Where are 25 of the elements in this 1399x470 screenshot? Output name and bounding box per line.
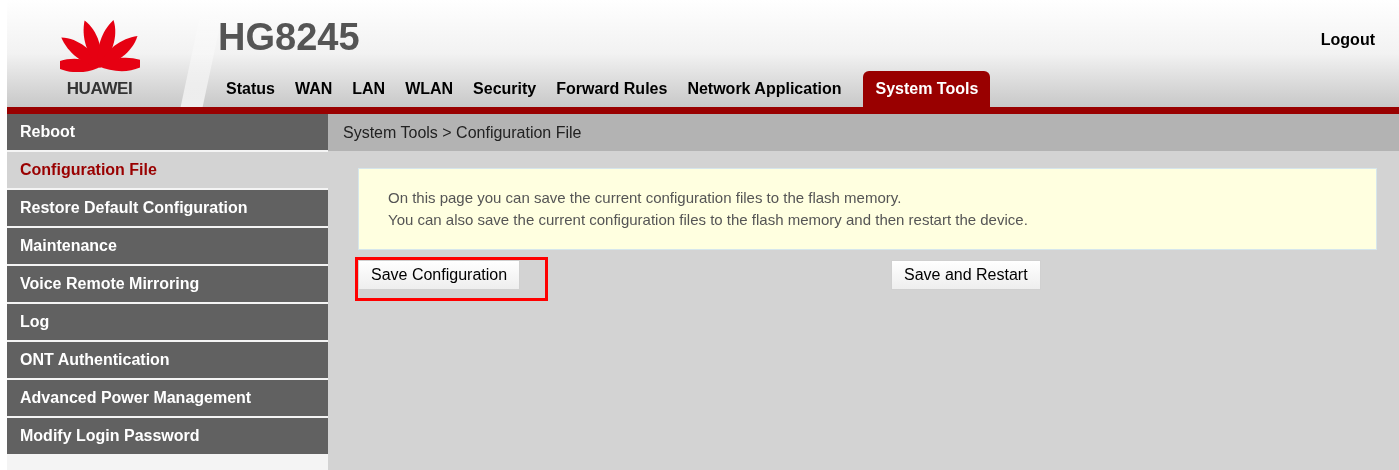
nav-tab[interactable]: LAN xyxy=(344,71,394,107)
sidebar-item[interactable]: Configuration File xyxy=(7,152,328,188)
model-title: HG8245 xyxy=(218,18,360,56)
nav-tab[interactable]: Security xyxy=(465,71,545,107)
logout-link[interactable]: Logout xyxy=(1320,28,1375,52)
sidebar-item[interactable]: Restore Default Configuration xyxy=(7,190,328,226)
sidebar-item[interactable]: Modify Login Password xyxy=(7,418,328,454)
nav-tab[interactable]: Network Application xyxy=(679,71,850,107)
sidebar-item[interactable]: ONT Authentication xyxy=(7,342,328,378)
nav-tab[interactable]: Status xyxy=(218,71,283,107)
breadcrumb: System Tools > Configuration File xyxy=(328,114,1399,151)
nav-tab[interactable]: WAN xyxy=(286,71,341,107)
sidebar-item[interactable]: Log xyxy=(7,304,328,340)
sidebar-item[interactable]: Maintenance xyxy=(7,228,328,264)
info-text: You can also save the current configuration files to the flash memory and then restart the device. xyxy=(388,210,1029,230)
nav-tab[interactable]: Forward Rules xyxy=(548,71,676,107)
sidebar-item[interactable]: Voice Remote Mirroring xyxy=(7,266,328,302)
nav-tab[interactable]: WLAN xyxy=(397,71,462,107)
sidebar-item[interactable]: Advanced Power Management xyxy=(7,380,328,416)
info-text: On this page you can save the current configuration files to the flash memory. xyxy=(388,188,903,208)
brand-name: HUAWEI xyxy=(66,78,133,100)
action-button[interactable]: Save and Restart xyxy=(891,260,1041,290)
sidebar-item[interactable]: Reboot xyxy=(7,114,328,150)
nav-tab[interactable]: System Tools xyxy=(863,71,991,107)
action-button[interactable]: Save Configuration xyxy=(358,260,521,290)
